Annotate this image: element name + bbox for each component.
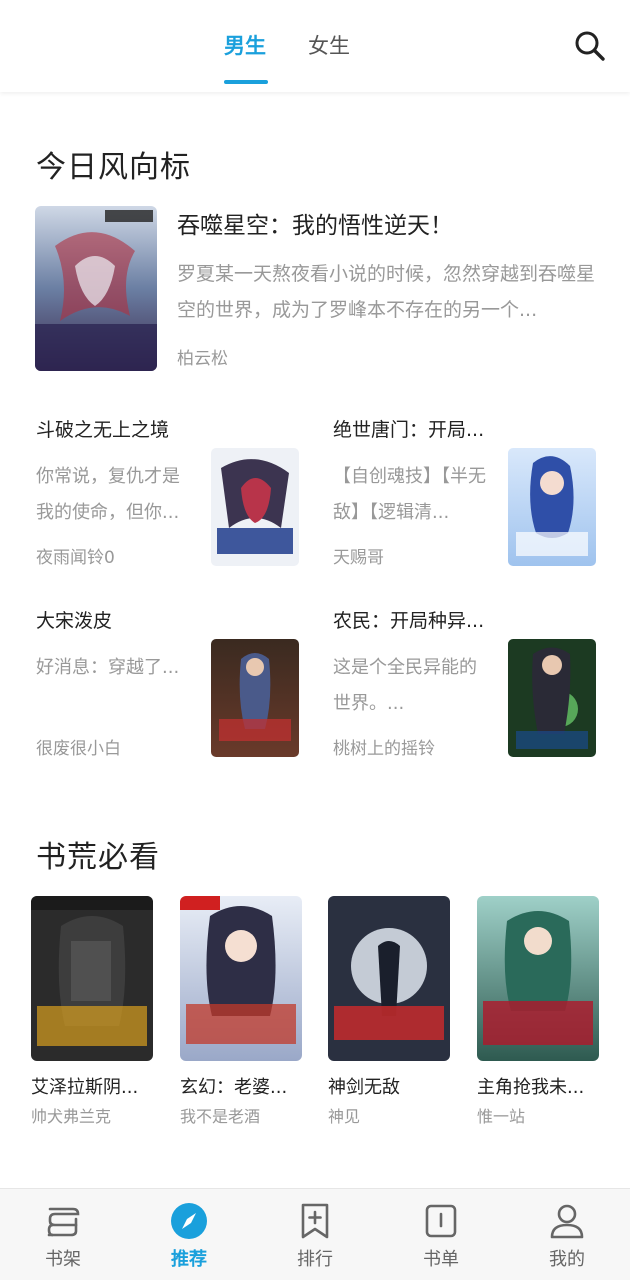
book-title[interactable]: 神剑无敌 [328, 1073, 452, 1099]
must-read-book[interactable]: 主角抢我未... 惟一站 [477, 896, 601, 1127]
book-cover[interactable] [477, 896, 599, 1061]
section-title-must-read: 书荒必看 [36, 840, 160, 875]
ranking-bookmark-icon [301, 1203, 329, 1239]
bottom-navigation: 书架 推荐 排行 书单 我的 [0, 1188, 630, 1280]
active-tab-indicator [224, 80, 268, 84]
book-author: 惟一站 [477, 1107, 526, 1126]
trend-book-item[interactable]: 斗破之无上之境 你常说，复仇才是我的使命，但你... 夜雨闻铃0 [36, 415, 336, 595]
book-cover[interactable] [508, 639, 596, 757]
book-title[interactable]: 绝世唐门：开局... [333, 415, 484, 442]
book-cover[interactable] [211, 639, 299, 757]
nav-label: 排行 [297, 1249, 333, 1270]
profile-icon [550, 1204, 584, 1239]
booklist-icon [425, 1204, 457, 1238]
book-author: 帅犬弗兰克 [31, 1107, 112, 1126]
section-title-trend: 今日风向标 [36, 150, 191, 185]
book-cover[interactable] [328, 896, 450, 1061]
nav-profile[interactable]: 我的 [517, 1189, 617, 1280]
featured-book-author: 柏云松 [177, 349, 228, 369]
featured-book-title[interactable]: 吞噬星空：我的悟性逆天！ [177, 206, 453, 240]
book-author: 天赐哥 [333, 548, 384, 568]
book-title[interactable]: 主角抢我未... [477, 1073, 601, 1099]
book-description: 【自创魂技】【半无敌】【逻辑清... [333, 466, 486, 523]
trend-book-item[interactable]: 农民：开局种异... 这是个全民异能的世界。... 桃树上的摇铃 [333, 606, 630, 786]
bookshelf-icon [47, 1207, 80, 1237]
trend-book-item[interactable]: 绝世唐门：开局... 【自创魂技】【半无敌】【逻辑清... 天赐哥 [333, 415, 630, 595]
book-author: 夜雨闻铃0 [36, 548, 115, 568]
tab-male[interactable]: 男生 [224, 30, 266, 62]
nav-recommend[interactable]: 推荐 [139, 1189, 239, 1280]
book-title[interactable]: 玄幻：老婆... [180, 1073, 304, 1099]
book-cover[interactable] [31, 896, 153, 1061]
book-description: 你常说，复仇才是我的使命，但你... [36, 466, 180, 523]
book-title[interactable]: 艾泽拉斯阴... [31, 1073, 155, 1099]
compass-icon [171, 1203, 207, 1239]
nav-bookshelf[interactable]: 书架 [13, 1189, 113, 1280]
book-description: 好消息：穿越了... [36, 657, 180, 678]
book-title[interactable]: 大宋泼皮 [36, 606, 112, 633]
book-cover[interactable] [211, 448, 299, 566]
book-author: 神见 [328, 1107, 361, 1126]
nav-label: 书单 [423, 1249, 459, 1270]
featured-book-description: 罗夏某一天熬夜看小说的时候，忽然穿越到吞噬星空的世界，成为了罗峰本不存在的另一个… [177, 263, 596, 321]
trend-book-item[interactable]: 大宋泼皮 好消息：穿越了... 很废很小白 [36, 606, 336, 786]
book-description: 这是个全民异能的世界。... [333, 657, 477, 714]
search-icon [575, 31, 605, 61]
must-read-book[interactable]: 玄幻：老婆... 我不是老酒 [180, 896, 304, 1127]
book-cover[interactable] [508, 448, 596, 566]
book-author: 我不是老酒 [180, 1107, 261, 1126]
search-button[interactable] [570, 26, 610, 66]
nav-label: 我的 [549, 1249, 585, 1270]
book-author: 很废很小白 [36, 739, 121, 759]
top-header: 男生 女生 [0, 0, 630, 92]
must-read-book[interactable]: 艾泽拉斯阴... 帅犬弗兰克 [31, 896, 155, 1127]
tab-female[interactable]: 女生 [308, 30, 350, 62]
book-title[interactable]: 农民：开局种异... [333, 606, 484, 633]
nav-booklist[interactable]: 书单 [391, 1189, 491, 1280]
must-read-book[interactable]: 神剑无敌 神见 [328, 896, 452, 1127]
nav-label: 推荐 [171, 1249, 207, 1270]
nav-ranking[interactable]: 排行 [265, 1189, 365, 1280]
book-title[interactable]: 斗破之无上之境 [36, 415, 169, 442]
featured-book-cover[interactable] [35, 206, 157, 371]
book-cover[interactable] [180, 896, 302, 1061]
nav-label: 书架 [45, 1249, 81, 1270]
book-author: 桃树上的摇铃 [333, 739, 435, 759]
